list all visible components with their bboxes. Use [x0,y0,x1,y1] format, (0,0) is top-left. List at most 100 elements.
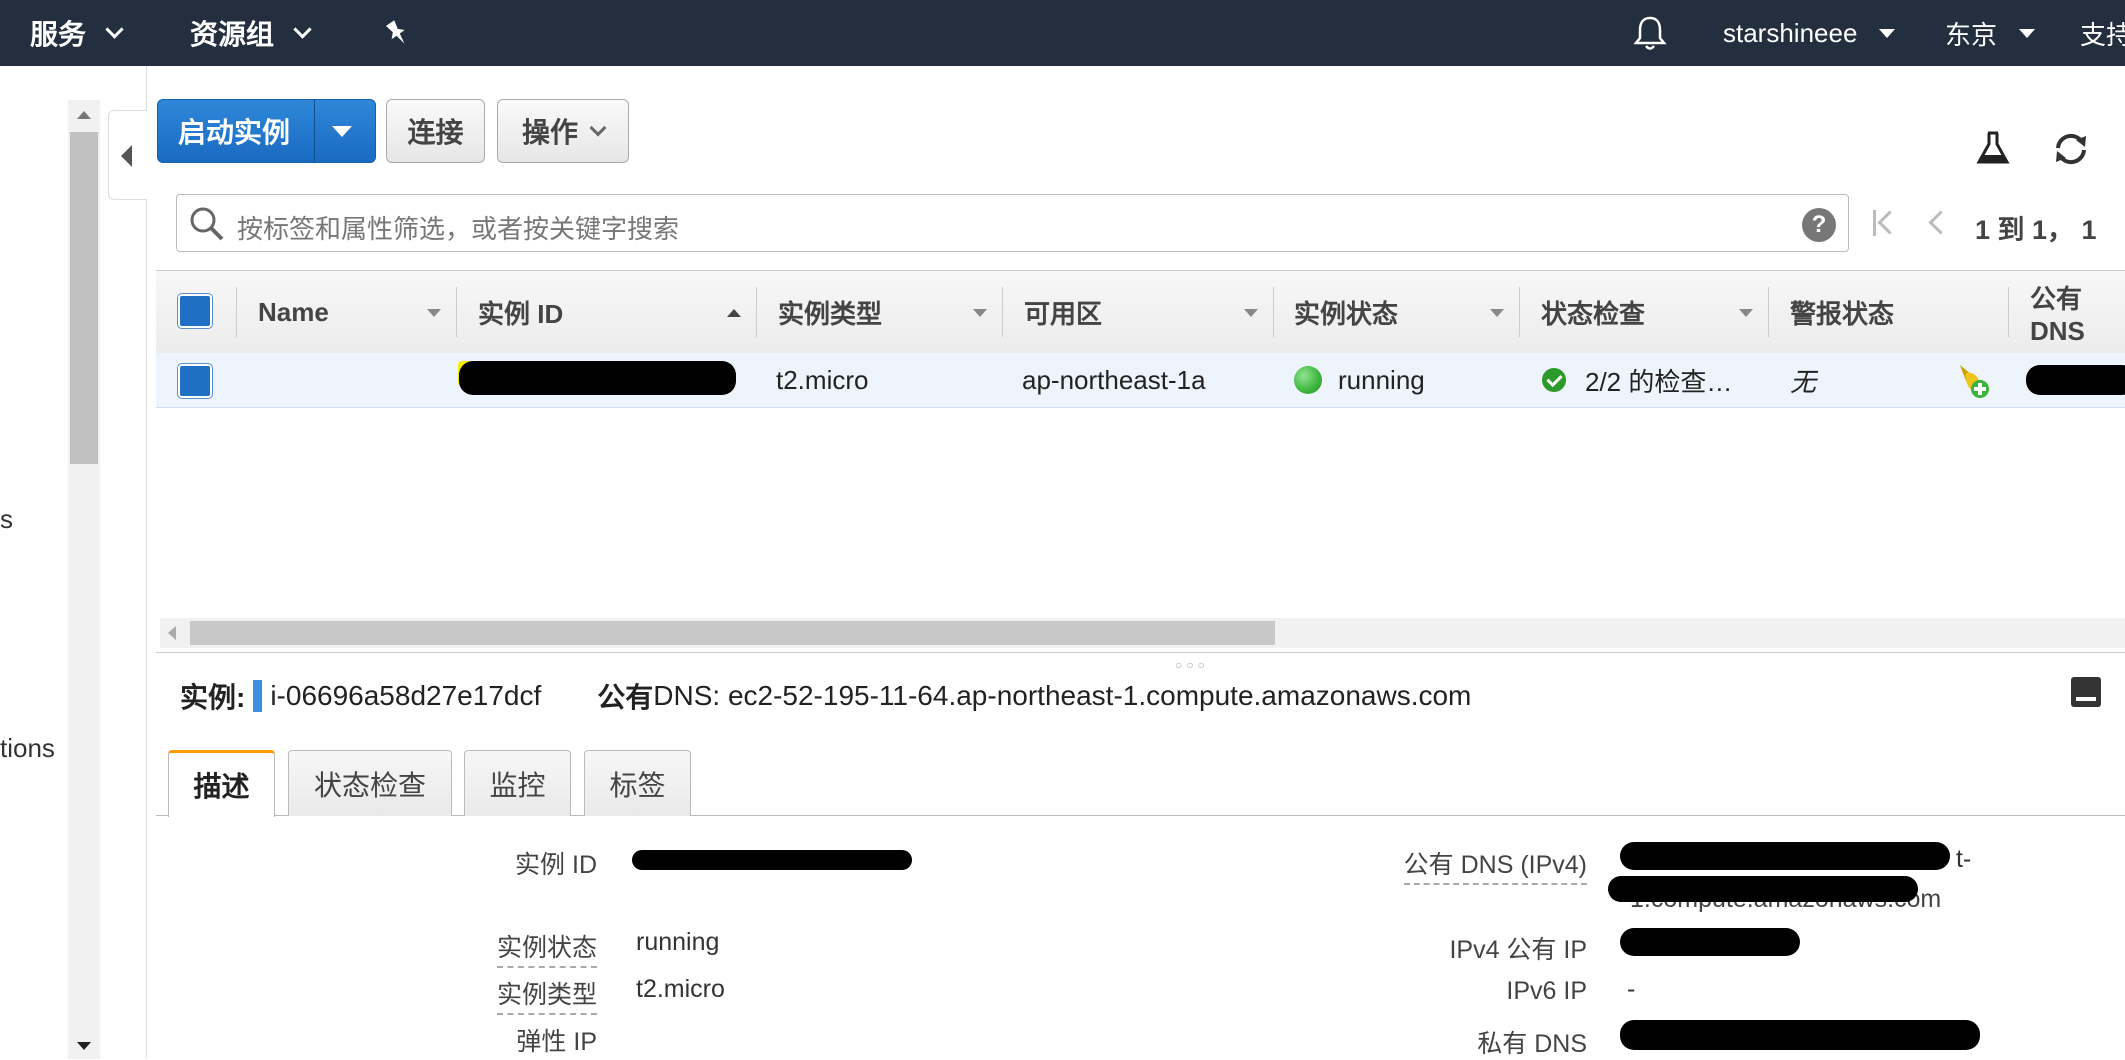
field-label-instance-type: 实例类型 [496,975,597,1015]
cell-alarm: 无 [1790,366,1817,397]
table-scrollbar-thumb[interactable] [190,621,1275,645]
connect-label: 连接 [407,117,464,148]
sort-caret-icon[interactable] [973,309,987,317]
previous-page-icon[interactable] [1928,210,1953,235]
column-header-alarm[interactable]: 警报状态 [1790,271,1894,354]
sort-caret-icon[interactable] [1490,309,1504,317]
pagination-label: 1 到 1， 1 [1975,215,2097,245]
table-header: Name 实例 ID 实例类型 可用区 实例状态 状态检查 警报状态 公有 DN… [156,270,2125,355]
search-icon [190,207,224,241]
redacted-instance-id [459,361,736,395]
top-nav: 服务 资源组 starshineee 东京 支持 [0,0,2125,66]
table-row[interactable]: t2.micro ap-northeast-1a running 2/2 的检查… [156,353,2125,408]
actions-label: 操作 [521,117,578,148]
caret-down-icon [1879,28,1896,38]
redacted-public-dns [1620,842,1950,870]
field-label-ipv4-public-ip: IPv4 公有 IP [1449,936,1587,964]
field-label-ipv6-ip: IPv6 IP [1506,977,1587,1005]
resource-groups-label: 资源组 [190,19,275,50]
scroll-down-icon[interactable] [77,1042,91,1050]
redacted-ipv4 [1620,928,1800,956]
running-status-icon [1294,366,1322,394]
cell-instance-type: t2.micro [776,364,869,395]
connect-button[interactable]: 连接 [386,99,485,163]
drag-handle-icon[interactable]: ○○○ [1175,658,1209,672]
notifications-button[interactable] [1632,0,1668,66]
sort-caret-icon[interactable] [1244,309,1258,317]
search-placeholder: 按标签和属性筛选，或者按关键字搜索 [237,214,680,244]
field-label-instance-id: 实例 ID [515,851,597,879]
public-dns-value: DNS: ec2-52-195-11-64.ap-northeast-1.com… [653,680,1472,711]
select-all-checkbox[interactable] [178,294,212,328]
instance-color-marker [253,680,263,712]
username: starshineee [1723,17,1858,48]
services-label: 服务 [30,19,87,50]
field-value-public-dns-end: t- [1956,845,1972,873]
column-header-instance-type[interactable]: 实例类型 [778,271,882,354]
split-divider [314,100,315,162]
help-icon[interactable]: ? [1802,208,1836,242]
sidebar-item-fragment[interactable]: tions [0,733,55,764]
redacted-public-dns [2026,365,2125,395]
chevron-down-icon [105,19,124,39]
column-header-state[interactable]: 实例状态 [1294,271,1398,354]
actions-button[interactable]: 操作 [497,99,629,163]
cell-az: ap-northeast-1a [1022,364,1206,395]
column-header-name[interactable]: Name [258,271,329,354]
field-value-ipv6-ip: - [1627,975,1636,1003]
sort-caret-icon[interactable] [1739,309,1753,317]
tab-tags[interactable]: 标签 [584,750,691,816]
tab-monitoring[interactable]: 监控 [464,750,571,816]
launch-instance-label: 启动实例 [178,117,291,148]
minimize-icon[interactable] [2071,677,2101,707]
check-passed-icon [1542,368,1566,392]
sidebar-scrollbar-thumb[interactable] [70,132,98,464]
scroll-up-icon[interactable] [77,111,91,119]
instance-id-value: i-06696a58d27e17dcf [270,680,542,711]
column-header-instance-id[interactable]: 实例 ID [478,271,563,354]
sort-caret-icon[interactable] [427,309,441,317]
field-label-instance-state: 实例状态 [496,928,597,968]
redacted-private-dns [1620,1020,1980,1050]
region-label: 东京 [1945,19,1998,50]
collapse-sidebar-button[interactable] [108,110,147,200]
tab-status-checks[interactable]: 状态检查 [288,750,452,816]
sort-ascending-icon[interactable] [727,309,741,317]
column-header-az[interactable]: 可用区 [1024,271,1102,354]
support-menu[interactable]: 支持 [2080,0,2125,66]
filter-search-input[interactable]: 按标签和属性筛选，或者按关键字搜索 ? [176,194,1849,252]
splitter[interactable] [156,652,2125,653]
tab-description[interactable]: 描述 [168,750,275,817]
redacted-instance-id [632,850,912,870]
first-page-icon[interactable] [1873,208,1902,238]
field-label-private-dns: 私有 DNS [1477,1030,1587,1058]
flask-icon[interactable] [1976,130,2010,166]
services-menu[interactable]: 服务 [30,0,124,66]
column-header-public-dns[interactable]: 公有 DNS [2030,271,2125,354]
support-label: 支持 [2080,19,2125,50]
user-menu[interactable]: starshineee [1723,0,1896,66]
resource-groups-menu[interactable]: 资源组 [190,0,312,66]
row-checkbox[interactable] [178,364,212,398]
public-dns-label: 公有 [597,682,654,713]
column-header-status-check[interactable]: 状态检查 [1541,271,1645,354]
pin-button[interactable] [382,0,412,66]
chevron-down-icon [589,119,607,137]
field-label-elastic-ip: 弹性 IP [516,1028,597,1056]
field-value-instance-state: running [636,928,720,956]
pin-icon [386,20,405,44]
scroll-left-icon[interactable] [168,626,176,640]
refresh-icon[interactable] [2050,128,2092,170]
create-alarm-icon[interactable] [1954,361,1992,401]
caret-down-icon[interactable] [332,126,352,137]
cell-state: running [1338,364,1425,395]
sidebar-item-fragment[interactable]: s [0,504,13,535]
caret-left-icon [121,145,132,167]
instance-label: 实例: [180,682,246,713]
field-label-public-dns: 公有 DNS (IPv4) [1403,845,1587,885]
chevron-down-icon [293,19,312,39]
cell-status-check[interactable]: 2/2 的检查… [1585,353,1732,407]
bell-icon [1633,16,1667,50]
region-menu[interactable]: 东京 [1945,0,2036,66]
launch-instance-button[interactable]: 启动实例 [157,99,376,163]
